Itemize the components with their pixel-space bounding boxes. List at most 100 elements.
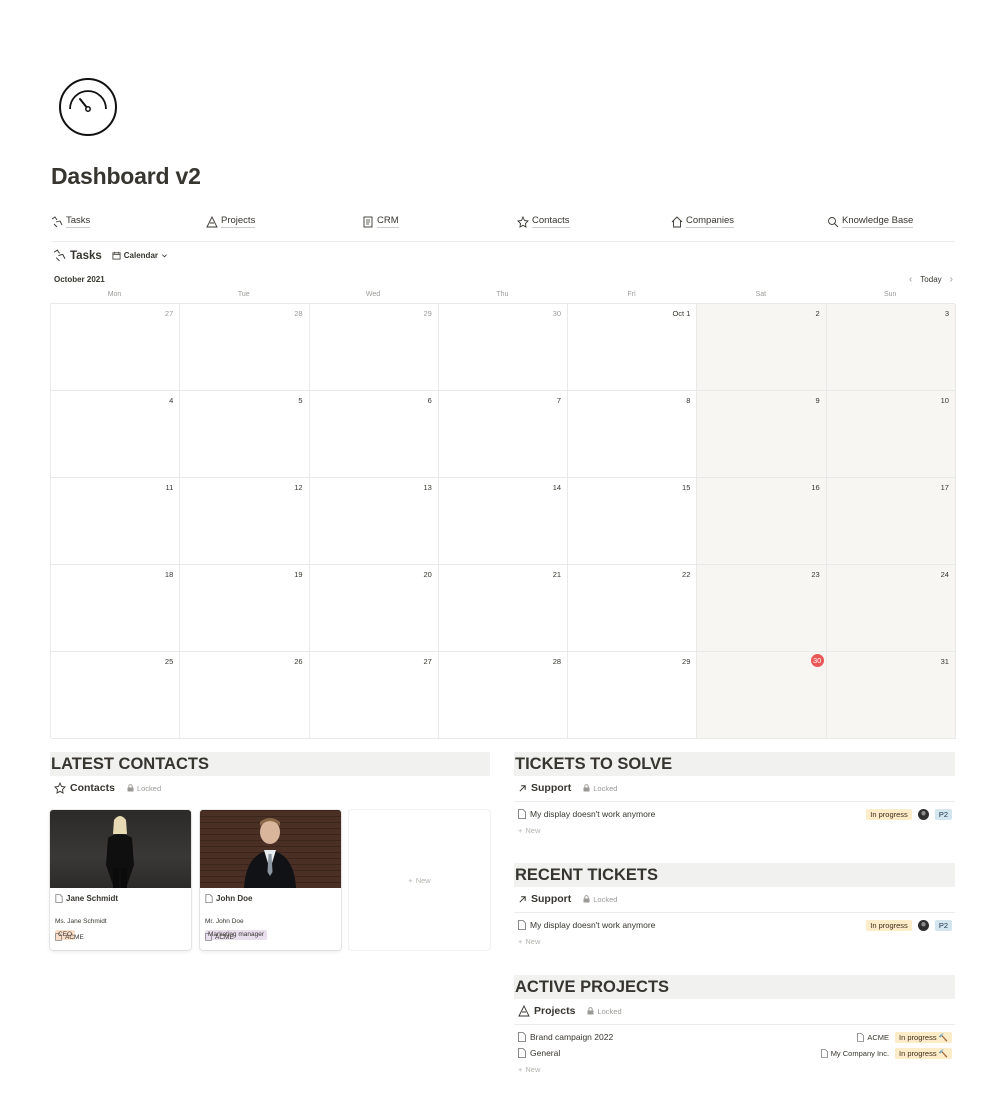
nav-link-crm[interactable]: CRM [362, 215, 399, 228]
calendar-day-cell[interactable]: 20 [309, 565, 439, 652]
calendar-day-cell[interactable]: 27 [309, 652, 439, 739]
calendar-day-cell[interactable]: 3 [826, 304, 956, 391]
calendar-day-cell[interactable]: 12 [180, 478, 310, 565]
divider [514, 1024, 955, 1025]
contacts-db-title[interactable]: Contacts [70, 782, 115, 794]
nav-link-label: CRM [377, 215, 399, 228]
new-label: New [415, 875, 431, 885]
support-db-header: Support Locked [518, 782, 617, 794]
new-row-button[interactable]: + New [518, 937, 540, 946]
project-company[interactable]: My Company Inc. [820, 1049, 889, 1058]
calendar-day-cell[interactable]: 31 [826, 652, 956, 739]
project-row[interactable]: Brand campaign 2022 [518, 1029, 613, 1045]
tasks-db-title[interactable]: Tasks [70, 250, 102, 262]
calendar-grid: 27 28 29 30 Oct 1 2 3 4 5 6 7 8 9 10 11 12 13 14 15 16 17 18 1… [50, 303, 956, 739]
calendar-day-cell[interactable]: 26 [180, 652, 310, 739]
avatar [917, 920, 929, 931]
project-row[interactable]: General [518, 1045, 560, 1061]
calendar-day-cell[interactable]: 13 [309, 478, 439, 565]
calendar-day-cell[interactable]: 6 [309, 391, 439, 478]
lock-icon [587, 1007, 594, 1015]
contact-company: ACME [205, 933, 234, 941]
calendar-day-cell[interactable]: 24 [826, 565, 956, 652]
day-number: 22 [682, 570, 691, 579]
nav-link-label: Projects [221, 215, 256, 228]
day-number: 27 [164, 309, 174, 318]
calendar-day-cell[interactable]: 7 [438, 391, 569, 478]
calendar-day-cell[interactable]: 23 [697, 565, 827, 652]
support-db-title[interactable]: Support [531, 893, 571, 905]
nav-link-projects[interactable]: Projects [206, 215, 256, 228]
chevron-right-icon[interactable]: › [950, 274, 953, 285]
nav-link-tasks[interactable]: Tasks [51, 215, 91, 228]
avatar [917, 809, 929, 820]
day-number: 4 [169, 396, 174, 405]
calendar-day-cell[interactable]: 9 [697, 391, 827, 478]
ticket-row[interactable]: My display doesn't work anymore [518, 806, 655, 822]
nav-link-contacts[interactable]: Contacts [517, 215, 570, 228]
status-badge: In progress 🔨 [895, 1048, 952, 1059]
lock-icon [127, 784, 134, 792]
calendar-nav: ‹ Today › [909, 274, 953, 285]
contact-card[interactable]: John Doe Mr. John Doe Marketing manager … [200, 810, 341, 950]
nav-link-knowledge-base[interactable]: Knowledge Base [827, 215, 914, 228]
calendar-day-cell[interactable]: 21 [438, 565, 569, 652]
contact-card[interactable]: Jane Schmidt Ms. Jane Schmidt CEO ACME [50, 810, 191, 950]
calendar-day-cell[interactable]: Oct 1 [568, 304, 698, 391]
contact-name: Jane Schmidt [66, 894, 119, 903]
calendar-day-cell[interactable]: 17 [826, 478, 956, 565]
day-number: 12 [294, 483, 303, 492]
calendar-day-cell[interactable]: 14 [438, 478, 569, 565]
calendar-day-cell[interactable]: 30 [697, 652, 827, 739]
locked-label: Locked [593, 783, 618, 793]
calendar-day-cell[interactable]: 16 [697, 478, 827, 565]
projects-db-title[interactable]: Projects [534, 1005, 575, 1017]
project-title: General [530, 1048, 561, 1058]
calendar-day-cell[interactable]: 18 [51, 565, 181, 652]
locked-indicator: Locked [587, 1007, 622, 1016]
calendar-day-cell[interactable]: 11 [51, 478, 181, 565]
calendar-day-cell[interactable]: 30 [438, 304, 569, 391]
month-label: October 2021 [54, 275, 105, 284]
contact-full-name: Ms. Jane Schmidt [55, 918, 107, 925]
contacts-icon [54, 782, 66, 794]
nav-link-companies[interactable]: Companies [671, 215, 735, 228]
calendar-day-cell[interactable]: 5 [180, 391, 310, 478]
recent-tickets-heading: RECENT TICKETS [514, 863, 955, 887]
new-row-button[interactable]: + New [518, 826, 540, 835]
plus-icon: + [518, 937, 523, 946]
today-button[interactable]: Today [920, 275, 941, 284]
new-contact-card[interactable]: + New [349, 810, 490, 950]
chevron-left-icon[interactable]: ‹ [909, 274, 912, 285]
view-label: Calendar [123, 251, 158, 260]
calendar-day-cell[interactable]: 4 [51, 391, 181, 478]
status-badge: In progress [866, 809, 912, 820]
calendar-day-cell[interactable]: 10 [826, 391, 956, 478]
projects-db-header: Projects Locked [518, 1005, 622, 1017]
view-switcher[interactable]: Calendar [112, 251, 168, 260]
calendar-day-cell[interactable]: 2 [697, 304, 827, 391]
divider [514, 912, 955, 913]
calendar-day-cell[interactable]: 15 [568, 478, 698, 565]
day-number: 20 [423, 570, 432, 579]
calendar-day-cell[interactable]: 25 [51, 652, 181, 739]
woman-portrait-image [106, 816, 134, 888]
ticket-row[interactable]: My display doesn't work anymore [518, 917, 655, 933]
day-number: 7 [556, 396, 562, 405]
support-db-title[interactable]: Support [531, 782, 571, 794]
calendar-day-cell[interactable]: 29 [309, 304, 439, 391]
calendar-day-cell[interactable]: 29 [568, 652, 698, 739]
calendar-day-cell[interactable]: 8 [568, 391, 698, 478]
project-company[interactable]: ACME [857, 1033, 889, 1042]
new-row-button[interactable]: + New [518, 1065, 540, 1074]
calendar-day-cell[interactable]: 27 [51, 304, 181, 391]
day-number: 25 [164, 657, 174, 666]
calendar-day-cell[interactable]: 19 [180, 565, 310, 652]
arrow-link-icon [519, 895, 526, 903]
calendar-day-cell[interactable]: 28 [180, 304, 310, 391]
calendar-day-cell[interactable]: 28 [438, 652, 569, 739]
plus-icon: + [408, 875, 413, 885]
calendar-day-cell[interactable]: 22 [568, 565, 698, 652]
company-name: ACME [215, 933, 234, 941]
weekday-label: Fri [627, 291, 636, 298]
